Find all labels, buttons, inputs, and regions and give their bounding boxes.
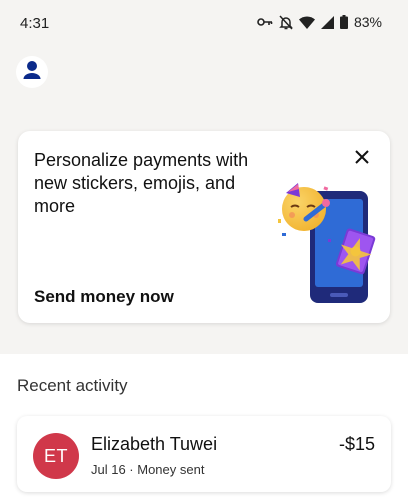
- wifi-icon: [298, 16, 315, 29]
- recent-activity-title: Recent activity: [17, 376, 128, 395]
- battery-percent: 83%: [353, 14, 382, 30]
- status-icons: 83%: [257, 14, 382, 30]
- promo-title: Personalize payments with new stickers, …: [34, 150, 249, 216]
- status-time: 4:31: [20, 15, 50, 32]
- transaction-meta: Jul 16 · Money sent: [91, 462, 205, 477]
- transaction-amount: -$15: [338, 434, 375, 454]
- profile-button[interactable]: [16, 56, 48, 88]
- close-button[interactable]: [352, 149, 372, 169]
- person-icon: [23, 60, 41, 85]
- status-bar: 4:31 83%: [0, 0, 408, 48]
- close-icon: [355, 149, 369, 169]
- bell-off-icon: [279, 14, 293, 30]
- key-icon: [257, 16, 273, 28]
- battery-icon: [339, 15, 348, 29]
- party-face-phone-illustration: [276, 179, 380, 307]
- cell-signal-icon: [320, 15, 334, 29]
- activity-item[interactable]: ET Elizabeth Tuwei Jul 16 · Money sent -…: [17, 416, 391, 492]
- contact-name: Elizabeth Tuwei: [91, 434, 218, 454]
- promo-card: Personalize payments with new stickers, …: [18, 131, 390, 323]
- send-money-now-link[interactable]: Send money now: [34, 287, 174, 307]
- contact-avatar: ET: [33, 433, 79, 479]
